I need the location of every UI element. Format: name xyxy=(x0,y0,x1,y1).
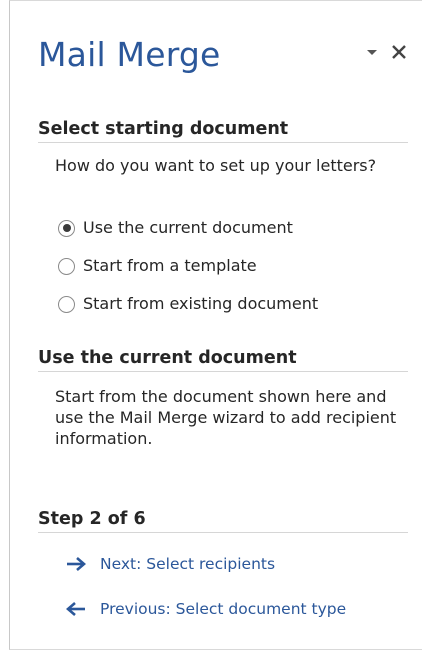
close-pane-button[interactable] xyxy=(388,41,410,63)
arrow-left-icon xyxy=(66,602,85,616)
step-indicator: Step 2 of 6 xyxy=(38,508,408,533)
radio-button[interactable] xyxy=(58,257,75,275)
setup-question: How do you want to set up your letters? xyxy=(55,156,377,175)
use-current-document-heading: Use the current document xyxy=(38,347,408,372)
radio-label: Start from existing document xyxy=(83,294,319,313)
mail-merge-pane: Mail Merge Select starting document How … xyxy=(9,0,422,650)
dropdown-triangle-icon xyxy=(367,50,377,55)
radio-selected-dot xyxy=(62,224,71,232)
radio-option-existing-document[interactable]: Start from existing document xyxy=(58,292,318,316)
radio-option-current-document[interactable]: Use the current document xyxy=(58,216,293,240)
next-link-label: Next: Select recipients xyxy=(100,555,276,573)
arrow-right-icon xyxy=(67,557,86,571)
radio-button[interactable] xyxy=(58,219,75,237)
select-starting-document-heading: Select starting document xyxy=(38,118,408,143)
radio-button[interactable] xyxy=(58,295,75,313)
pane-title: Mail Merge xyxy=(38,35,221,74)
next-select-recipients-link[interactable]: Next: Select recipients xyxy=(66,552,275,576)
current-document-description: Start from the document shown here and u… xyxy=(55,387,397,448)
pane-options-button[interactable] xyxy=(363,45,381,59)
previous-select-document-type-link[interactable]: Previous: Select document type xyxy=(66,597,346,621)
close-icon xyxy=(392,45,406,59)
radio-label: Start from a template xyxy=(83,256,257,275)
radio-option-template[interactable]: Start from a template xyxy=(58,254,257,278)
previous-link-label: Previous: Select document type xyxy=(100,600,347,618)
radio-label: Use the current document xyxy=(83,218,293,237)
